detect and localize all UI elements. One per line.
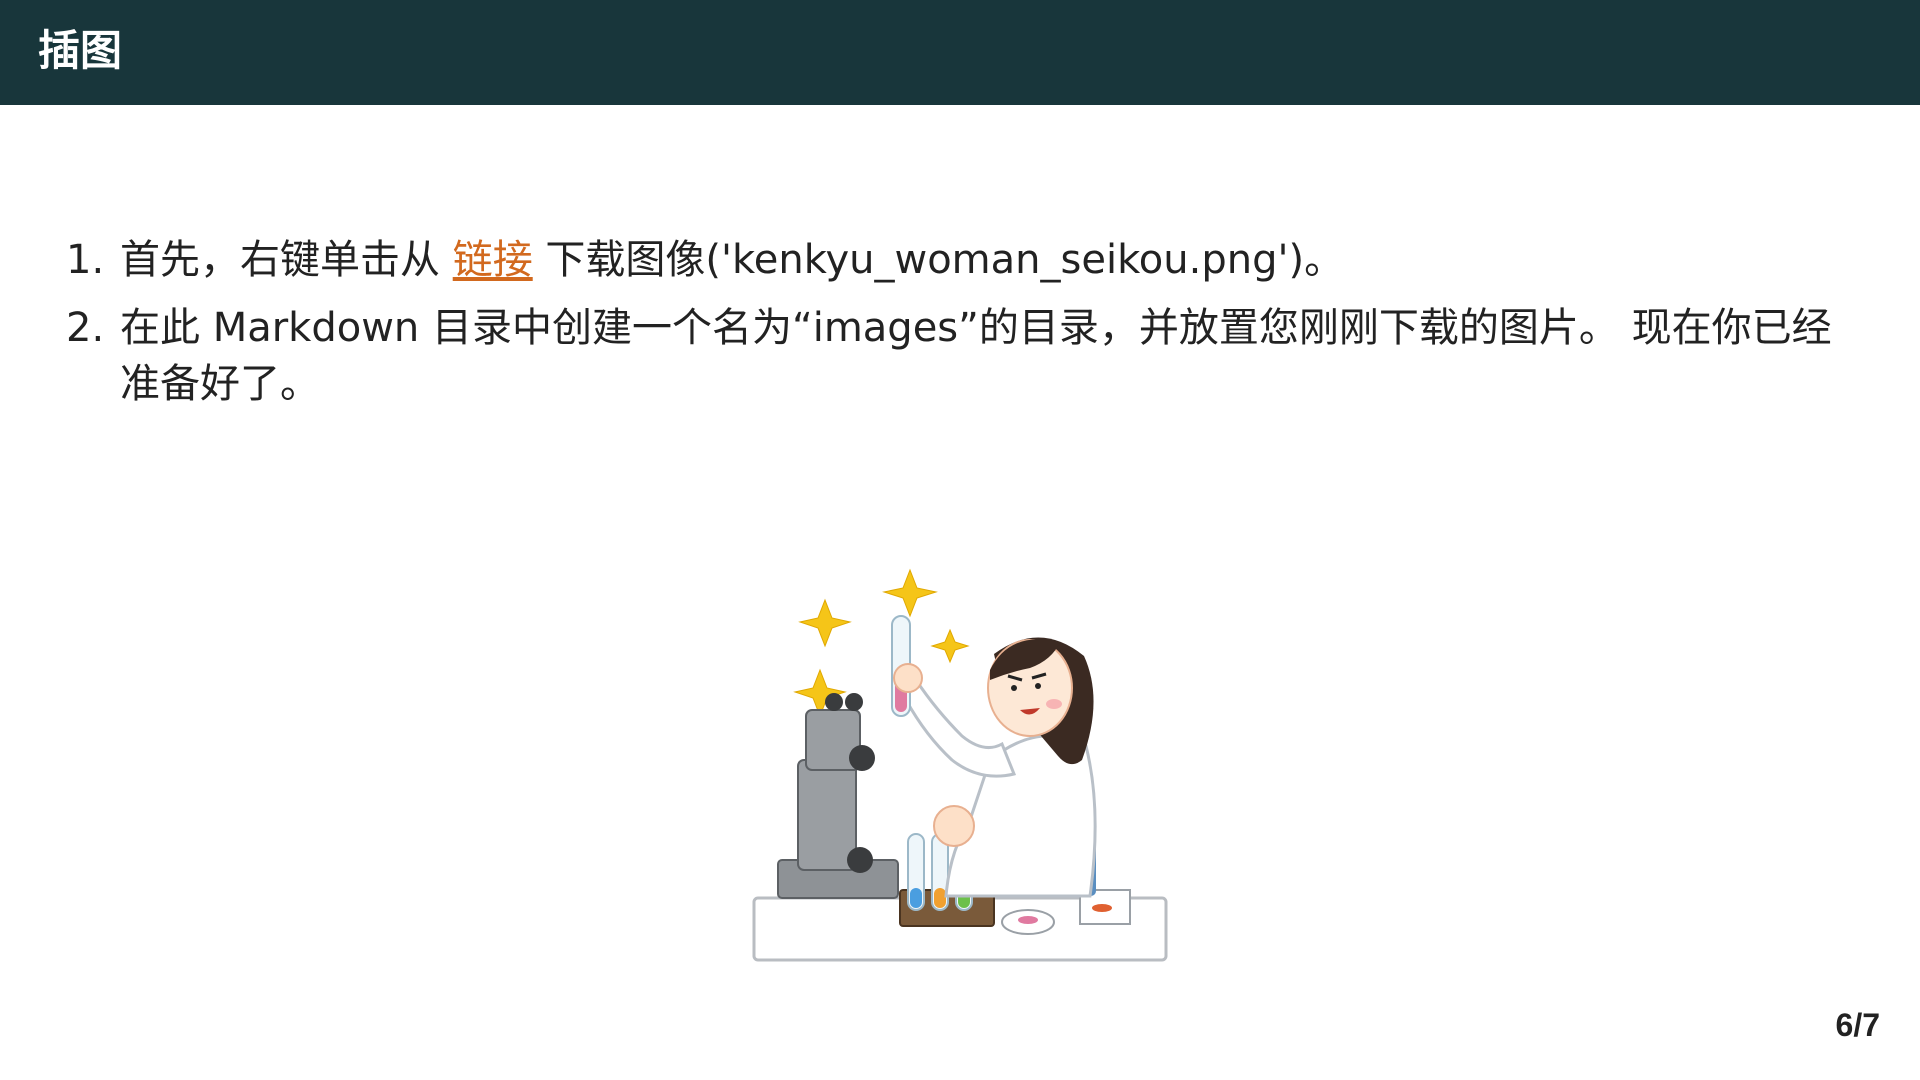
microscope-icon <box>777 693 899 899</box>
step-text: 首先，右键单击从 <box>120 237 453 283</box>
sparkle-icon <box>882 568 938 618</box>
step-text: 在此 Markdown 目录中创建一个名为“images”的目录，并放置您刚刚下… <box>120 305 1832 407</box>
step-text: 下载图像('kenkyu_woman_seikou.png')。 <box>532 237 1345 283</box>
page-number: 6/7 <box>1835 1007 1880 1043</box>
download-link[interactable]: 链接 <box>453 237 533 283</box>
slide-content: 1. 首先，右键单击从 链接 下载图像('kenkyu_woman_seikou… <box>66 232 1846 424</box>
step-number: 2. <box>66 305 105 351</box>
step-item-1: 1. 首先，右键单击从 链接 下载图像('kenkyu_woman_seikou… <box>66 232 1846 288</box>
step-item-2: 2. 在此 Markdown 目录中创建一个名为“images”的目录，并放置您… <box>66 300 1846 412</box>
sparkle-icon <box>930 628 970 664</box>
scientist-woman-success-illustration <box>752 568 1168 962</box>
slide: 插图 1. 首先，右键单击从 链接 下载图像('kenkyu_woman_sei… <box>0 0 1920 1080</box>
slide-title: 插图 <box>38 26 123 75</box>
sparkle-icon <box>798 598 852 648</box>
step-number: 1. <box>66 237 105 283</box>
steps-list: 1. 首先，右键单击从 链接 下载图像('kenkyu_woman_seikou… <box>66 232 1846 412</box>
title-bar: 插图 <box>0 0 1920 105</box>
